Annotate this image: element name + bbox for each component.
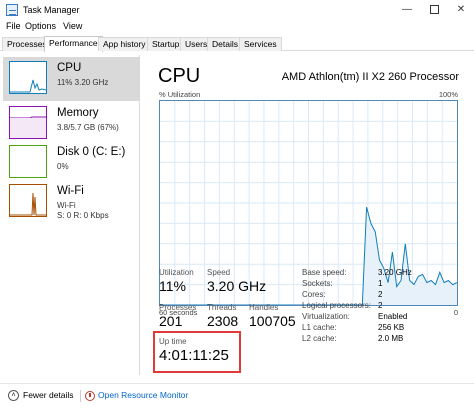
utilization-max-label: 100% (438, 90, 458, 99)
handles-value: 100705 (249, 313, 296, 329)
spec-key: Cores: (302, 290, 326, 299)
tab-bar: Processes Performance App history Startu… (0, 36, 474, 52)
wifi-thumbnail-graph (9, 184, 47, 217)
utilization-label: Utilization (159, 268, 194, 277)
tab-performance[interactable]: Performance (44, 36, 103, 52)
close-button[interactable]: ✕ (448, 0, 474, 20)
spec-row: Cores: 2 (302, 290, 472, 301)
window-title: Task Manager (23, 5, 80, 15)
speed-value: 3.20 GHz (207, 278, 267, 294)
menu-file[interactable]: File (6, 21, 21, 31)
processes-stat: Processes 201 (159, 303, 196, 329)
speed-label: Speed (207, 268, 231, 277)
sidebar-item-detail: 3.8/5.7 GB (67%) (57, 123, 119, 132)
resource-monitor-icon (85, 390, 95, 401)
sidebar-item-wifi[interactable]: Wi-Fi Wi-Fi S: 0 R: 0 Kbps (3, 180, 139, 224)
spec-value: 1 (378, 279, 383, 288)
tab-services[interactable]: Services (239, 37, 282, 51)
menu-options[interactable]: Options (25, 21, 56, 31)
memory-thumbnail-svg (10, 116, 46, 138)
spec-row: L2 cache: 2.0 MB (302, 334, 472, 345)
task-manager-icon (6, 4, 18, 16)
sidebar-item-detail: 11% 3.20 GHz (57, 78, 109, 87)
tab-details[interactable]: Details (207, 37, 243, 51)
spec-key: Sockets: (302, 279, 333, 288)
maximize-icon (429, 4, 439, 14)
open-resource-monitor-link[interactable]: Open Resource Monitor (85, 390, 188, 401)
menu-bar: File Options View (0, 20, 474, 34)
sidebar-item-label: Memory (57, 107, 99, 119)
sidebar-item-detail: 0% (57, 162, 69, 171)
processes-value: 201 (159, 313, 183, 329)
memory-thumbnail-graph (9, 106, 47, 139)
handles-stat: Handles 100705 (249, 303, 296, 329)
spec-value: 3.20 GHz (378, 268, 412, 277)
fewer-details-button[interactable]: ˄ Fewer details (8, 390, 74, 402)
utilization-stat: Utilization 11% (159, 268, 194, 294)
spec-row: Base speed: 3.20 GHz (302, 268, 472, 279)
processor-model: AMD Athlon(tm) II X2 260 Processor (281, 71, 459, 83)
uptime-highlight-box (153, 331, 241, 373)
disk-thumbnail-graph (9, 145, 47, 178)
spec-key: L2 cache: (302, 334, 337, 343)
resource-sidebar: CPU 11% 3.20 GHz Memory 3.8/5.7 GB (67%)… (0, 55, 140, 375)
spec-row: Logical processors: 2 (302, 301, 472, 312)
tab-app-history[interactable]: App history (98, 37, 151, 51)
sidebar-item-cpu[interactable]: CPU 11% 3.20 GHz (3, 57, 139, 101)
utilization-axis-label: % Utilization (159, 90, 201, 99)
chevron-up-icon: ˄ (8, 390, 19, 402)
cpu-thumbnail-svg (10, 79, 47, 93)
footer: ˄ Fewer details Open Resource Monitor (0, 383, 474, 411)
fewer-details-label: Fewer details (23, 390, 74, 400)
sidebar-item-detail: Wi-Fi S: 0 R: 0 Kbps (57, 201, 109, 221)
sidebar-item-memory[interactable]: Memory 3.8/5.7 GB (67%) (3, 102, 139, 146)
maximize-button[interactable] (421, 0, 447, 20)
wifi-adapter-name: Wi-Fi (57, 201, 76, 210)
sidebar-item-disk[interactable]: Disk 0 (C: E:) 0% (3, 141, 139, 185)
sidebar-item-label: Wi-Fi (57, 185, 84, 197)
threads-stat: Threads 2308 (207, 303, 238, 329)
spec-key: Virtualization: (302, 312, 350, 321)
utilization-value: 11% (159, 278, 186, 294)
resource-monitor-label: Open Resource Monitor (98, 390, 189, 400)
title-bar: Task Manager — ✕ (0, 0, 474, 20)
threads-label: Threads (207, 303, 237, 312)
sidebar-item-label: Disk 0 (C: E:) (57, 146, 126, 158)
spec-value: 2.0 MB (378, 334, 404, 343)
menu-view[interactable]: View (63, 21, 82, 31)
spec-row: Virtualization: Enabled (302, 312, 472, 323)
spec-value: 2 (378, 290, 383, 299)
footer-divider (80, 390, 81, 402)
spec-key: Base speed: (302, 268, 347, 277)
speed-stat: Speed 3.20 GHz (207, 268, 266, 294)
spec-row: L1 cache: 256 KB (302, 323, 472, 334)
page-title: CPU (158, 65, 201, 87)
sidebar-item-label: CPU (57, 62, 82, 74)
processes-label: Processes (159, 303, 197, 312)
threads-value: 2308 (207, 313, 239, 329)
cpu-thumbnail-graph (9, 61, 47, 94)
spec-key: Logical processors: (302, 301, 371, 310)
tab-startup[interactable]: Startup (147, 37, 185, 51)
handles-label: Handles (249, 303, 279, 312)
spec-value: 2 (378, 301, 383, 310)
spec-value: Enabled (378, 312, 408, 321)
minimize-button[interactable]: — (394, 0, 420, 20)
spec-key: L1 cache: (302, 323, 337, 332)
wifi-throughput: S: 0 R: 0 Kbps (57, 211, 109, 220)
wifi-thumbnail-svg (10, 192, 46, 216)
spec-row: Sockets: 1 (302, 279, 472, 290)
spec-value: 256 KB (378, 323, 405, 332)
